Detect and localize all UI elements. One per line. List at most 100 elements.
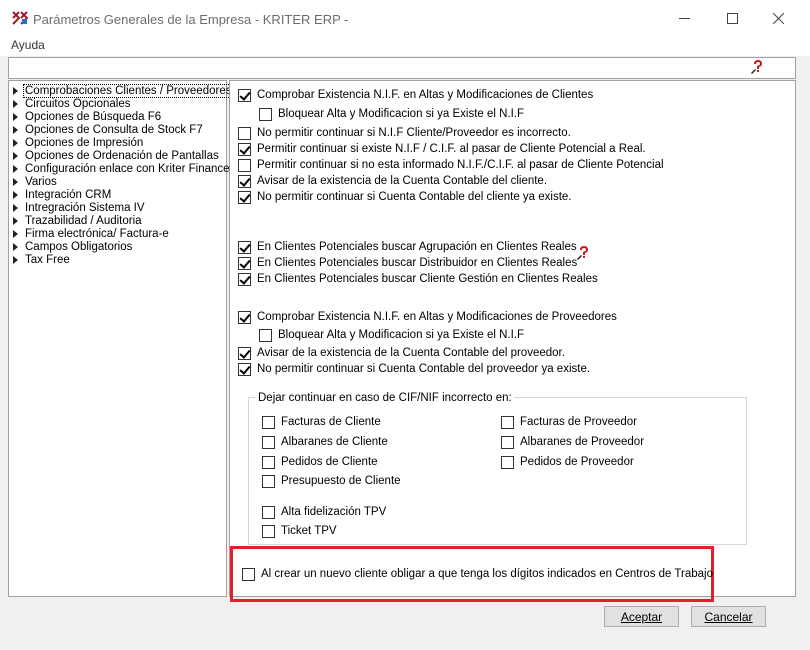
tree-item-trazabilidad[interactable]: Trazabilidad / Auditoria (13, 214, 142, 227)
option-nif-no-informado[interactable]: Permitir continuar si no esta informado … (238, 158, 664, 172)
option-label: Alta fidelización TPV (281, 506, 387, 518)
tree-item-kriter-finances[interactable]: Configuración enlace con Kriter Finances (13, 162, 235, 175)
option-ticket-tpv[interactable]: Ticket TPV (262, 524, 337, 538)
option-buscar-agrupacion[interactable]: En Clientes Potenciales buscar Agrupació… (238, 240, 577, 254)
checkbox[interactable] (238, 126, 251, 140)
option-albaranes-proveedor[interactable]: Albaranes de Proveedor (501, 435, 644, 449)
tree-item-label: Circuitos Opcionales (25, 97, 131, 110)
tree-item-busqueda[interactable]: Opciones de Búsqueda F6 (13, 110, 161, 123)
option-label: Comprobar Existencia N.I.F. en Altas y M… (257, 311, 617, 323)
option-pedidos-cliente[interactable]: Pedidos de Cliente (262, 455, 378, 469)
tree-item-label: Opciones de Consulta de Stock F7 (25, 123, 203, 136)
tree-item-label: Firma electrónica/ Factura-e (25, 227, 169, 240)
menu-ayuda[interactable]: Ayuda (11, 38, 45, 52)
option-label: Pedidos de Cliente (281, 456, 378, 468)
option-albaranes-cliente[interactable]: Albaranes de Cliente (262, 435, 388, 449)
tree-expand-arrow-icon[interactable] (13, 99, 18, 108)
option-pedidos-proveedor[interactable]: Pedidos de Proveedor (501, 455, 634, 469)
option-comprobar-nif-proveedores[interactable]: Comprobar Existencia N.I.F. en Altas y M… (238, 310, 617, 324)
checkbox[interactable] (242, 567, 255, 581)
checkbox[interactable] (501, 435, 514, 449)
option-bloquear-alta-clientes[interactable]: Bloquear Alta y Modificacion si ya Exist… (259, 107, 524, 121)
option-comprobar-nif-clientes[interactable]: Comprobar Existencia N.I.F. en Altas y M… (238, 88, 593, 102)
title-bar: Parámetros Generales de la Empresa - KRI… (0, 0, 810, 36)
help-icon[interactable] (750, 60, 766, 74)
tree-expand-arrow-icon[interactable] (13, 125, 18, 134)
option-potencial-a-real[interactable]: Permitir continuar si existe N.I.F / C.I… (238, 142, 646, 156)
option-presupuesto-cliente[interactable]: Presupuesto de Cliente (262, 474, 401, 488)
tree-expand-arrow-icon[interactable] (13, 190, 18, 199)
maximize-icon (726, 12, 738, 24)
option-no-permitir-cuenta-cliente[interactable]: No permitir continuar si Cuenta Contable… (238, 190, 572, 204)
cancel-button[interactable]: Cancelar (691, 606, 766, 627)
minimize-icon (678, 17, 690, 19)
checkbox[interactable] (238, 174, 251, 188)
checkbox[interactable] (259, 328, 272, 342)
tree-expand-arrow-icon[interactable] (13, 229, 18, 238)
option-buscar-cliente-gestion[interactable]: En Clientes Potenciales buscar Cliente G… (238, 272, 598, 286)
groupbox-title: Dejar continuar en caso de CIF/NIF incor… (256, 392, 514, 404)
tree-item-crm[interactable]: Integración CRM (13, 188, 111, 201)
checkbox[interactable] (262, 524, 275, 538)
tree-expand-arrow-icon[interactable] (13, 203, 18, 212)
accept-button[interactable]: Aceptar (604, 606, 679, 627)
tree-expand-arrow-icon[interactable] (13, 255, 18, 264)
checkbox[interactable] (238, 158, 251, 172)
option-alta-fidelizacion-tpv[interactable]: Alta fidelización TPV (262, 505, 386, 519)
tree-expand-arrow-icon[interactable] (13, 86, 18, 95)
tree-expand-arrow-icon[interactable] (13, 242, 18, 251)
checkbox[interactable] (238, 88, 251, 102)
checkbox[interactable] (238, 272, 251, 286)
tree-item-label: Intregración Sistema IV (25, 201, 145, 214)
tree-expand-arrow-icon[interactable] (13, 138, 18, 147)
checkbox[interactable] (262, 505, 275, 519)
tree-item-firma[interactable]: Firma electrónica/ Factura-e (13, 227, 169, 240)
option-buscar-distribuidor[interactable]: En Clientes Potenciales buscar Distribui… (238, 256, 577, 270)
tree-expand-arrow-icon[interactable] (13, 164, 18, 173)
option-avisar-cuenta-proveedor[interactable]: Avisar de la existencia de la Cuenta Con… (238, 346, 565, 360)
tree-item-stock[interactable]: Opciones de Consulta de Stock F7 (13, 123, 203, 136)
tree-item-varios[interactable]: Varios (13, 175, 57, 188)
app-icon (12, 11, 28, 25)
tree-item-tax-free[interactable]: Tax Free (13, 253, 70, 266)
tree-item-label: Campos Obligatorios (25, 240, 133, 253)
checkbox[interactable] (262, 415, 275, 429)
tree-item-ordenacion[interactable]: Opciones de Ordenación de Pantallas (13, 149, 219, 162)
help-icon[interactable] (576, 246, 592, 260)
checkbox[interactable] (259, 107, 272, 121)
tree-item-label: Configuración enlace con Kriter Finances (25, 162, 236, 175)
option-bloquear-alta-proveedores[interactable]: Bloquear Alta y Modificacion si ya Exist… (259, 328, 524, 342)
close-button[interactable] (755, 0, 801, 36)
option-label: Facturas de Proveedor (520, 416, 637, 428)
tree-expand-arrow-icon[interactable] (13, 112, 18, 121)
option-no-permitir-cuenta-proveedor[interactable]: No permitir continuar si Cuenta Contable… (238, 362, 590, 376)
checkbox[interactable] (501, 415, 514, 429)
tree-item-sistema-iv[interactable]: Intregración Sistema IV (13, 201, 145, 214)
tree-item-campos[interactable]: Campos Obligatorios (13, 240, 132, 253)
checkbox[interactable] (238, 142, 251, 156)
checkbox[interactable] (262, 474, 275, 488)
checkbox[interactable] (238, 346, 251, 360)
tree-expand-arrow-icon[interactable] (13, 216, 18, 225)
maximize-button[interactable] (709, 0, 755, 36)
checkbox[interactable] (238, 240, 251, 254)
option-nif-incorrecto[interactable]: No permitir continuar si N.I.F Cliente/P… (238, 126, 571, 140)
checkbox[interactable] (238, 256, 251, 270)
option-digitos-centros-trabajo[interactable]: Al crear un nuevo cliente obligar a que … (242, 567, 713, 581)
tree-item-comprobaciones[interactable]: Comprobaciones Clientes / Proveedores (13, 83, 234, 98)
option-facturas-proveedor[interactable]: Facturas de Proveedor (501, 415, 637, 429)
checkbox[interactable] (501, 455, 514, 469)
option-avisar-cuenta-cliente[interactable]: Avisar de la existencia de la Cuenta Con… (238, 174, 547, 188)
tree-item-circuitos[interactable]: Circuitos Opcionales (13, 97, 130, 110)
checkbox[interactable] (262, 455, 275, 469)
checkbox[interactable] (238, 310, 251, 324)
tree-item-impresion[interactable]: Opciones de Impresión (13, 136, 143, 149)
tree-expand-arrow-icon[interactable] (13, 151, 18, 160)
minimize-button[interactable] (661, 0, 707, 36)
checkbox[interactable] (262, 435, 275, 449)
checkbox[interactable] (238, 362, 251, 376)
option-facturas-cliente[interactable]: Facturas de Cliente (262, 415, 381, 429)
tree-expand-arrow-icon[interactable] (13, 177, 18, 186)
option-label: Comprobar Existencia N.I.F. en Altas y M… (257, 89, 594, 101)
checkbox[interactable] (238, 190, 251, 204)
